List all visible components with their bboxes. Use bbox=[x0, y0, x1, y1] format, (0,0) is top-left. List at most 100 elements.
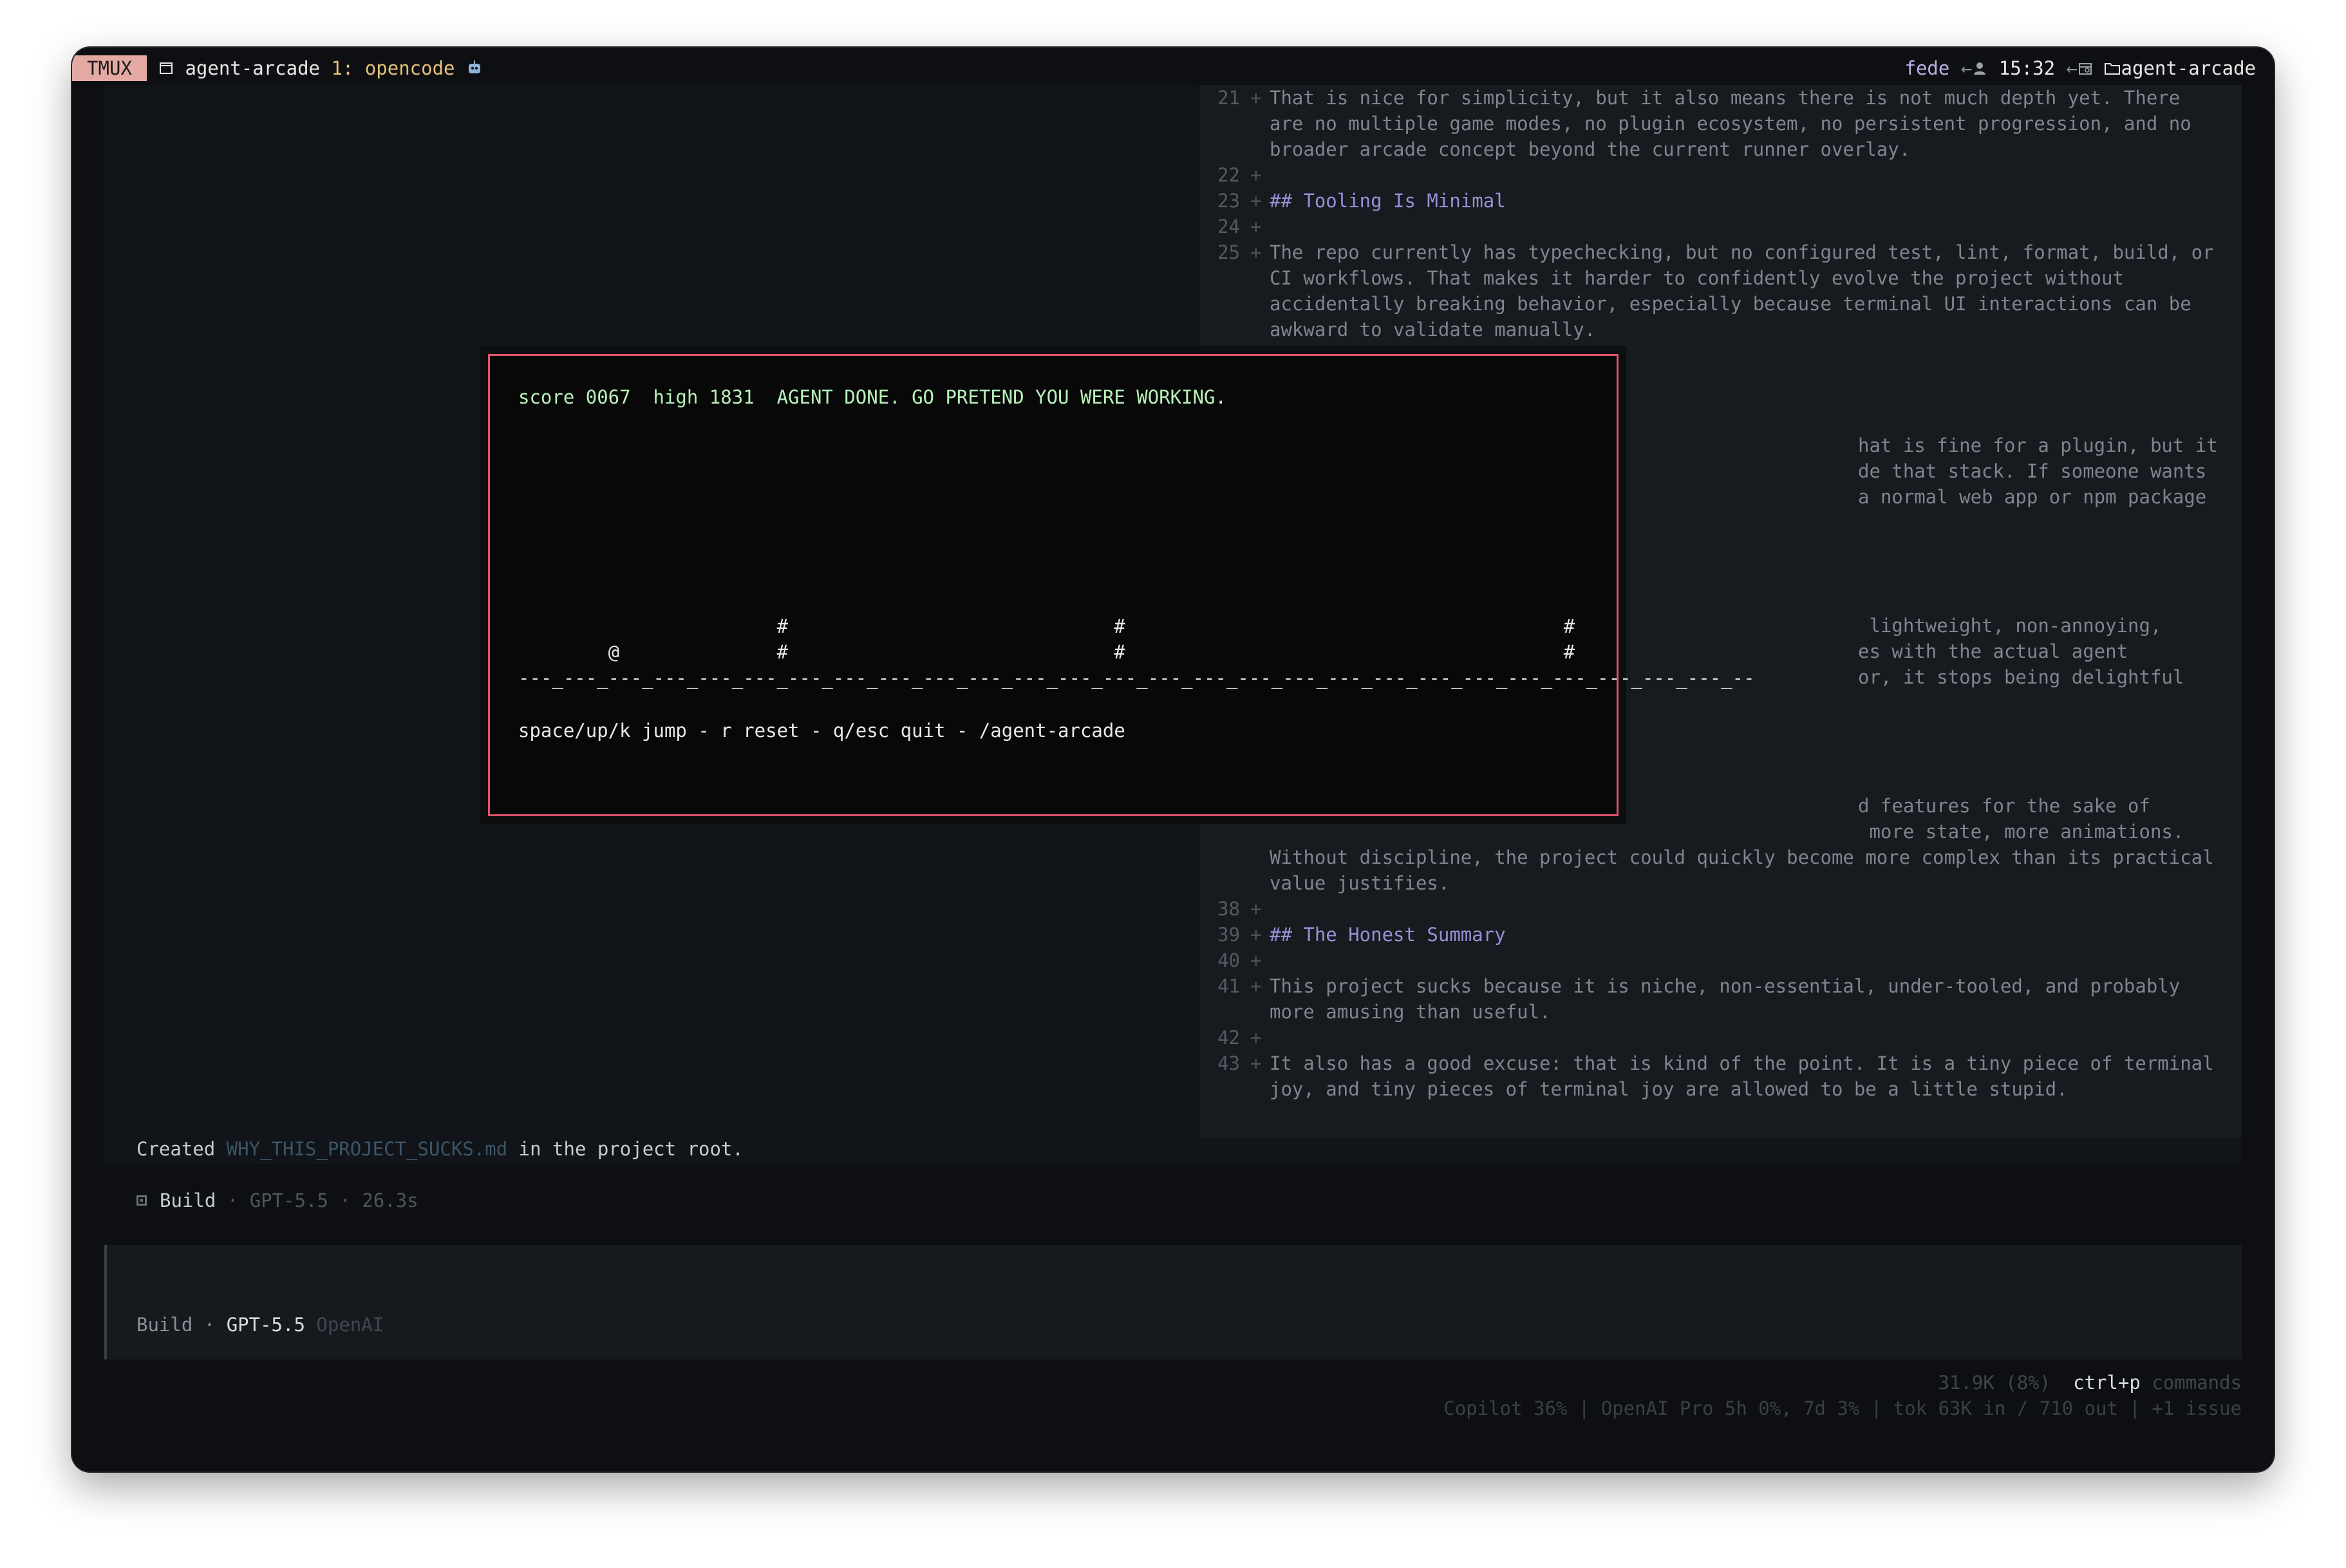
diff-heading: ## The Honest Summary bbox=[1270, 924, 1506, 946]
tmux-time: 15:32 bbox=[1998, 57, 2056, 79]
window-icon bbox=[158, 57, 174, 82]
diff-text: more amusing than useful. bbox=[1270, 1001, 1551, 1023]
line-number: 43 bbox=[1217, 1052, 1240, 1074]
build-duration: 26.3s bbox=[362, 1190, 418, 1211]
input-model: GPT-5.5 bbox=[226, 1314, 305, 1336]
arrow-left-icon: ← bbox=[1960, 57, 1973, 79]
arrow-left-icon: ← bbox=[2066, 57, 2078, 79]
diff-plus-marker: + bbox=[1250, 975, 1262, 997]
diff-text: are no multiple game modes, no plugin ec… bbox=[1270, 113, 2191, 135]
build-label: Build bbox=[160, 1190, 216, 1211]
prompt-input[interactable]: Build · GPT-5.5 OpenAI bbox=[104, 1245, 2242, 1359]
diff-line: accidentally breaking behavior, especial… bbox=[1200, 291, 2242, 317]
diff-plus-marker: + bbox=[1250, 1052, 1262, 1074]
diff-line: more amusing than useful. bbox=[1200, 999, 2242, 1025]
diff-plus-marker: + bbox=[1250, 924, 1262, 946]
line-number: 40 bbox=[1217, 949, 1240, 971]
diff-heading: ## Tooling Is Minimal bbox=[1270, 190, 1506, 212]
tmux-user: fede bbox=[1904, 57, 1950, 79]
diff-text: joy, and tiny pieces of terminal joy are… bbox=[1270, 1078, 2068, 1100]
line-number: 22 bbox=[1217, 164, 1240, 186]
game-player-row: @ # # # bbox=[518, 641, 1575, 663]
game-obstacles-row-top: # # # bbox=[518, 615, 1575, 637]
robot-icon bbox=[466, 57, 483, 82]
line-number: 39 bbox=[1217, 924, 1240, 946]
diff-plus-marker: + bbox=[1250, 949, 1262, 971]
diff-line: 43 + It also has a good excuse: that is ki… bbox=[1200, 1050, 2242, 1076]
tmux-badge: TMUX bbox=[72, 55, 147, 81]
folder-icon bbox=[2104, 57, 2121, 82]
game-score-status: score 0067 high 1831 AGENT DONE. GO PRET… bbox=[518, 386, 1226, 408]
diff-text: value justifies. bbox=[1270, 872, 1450, 894]
footer-status: Copilot 36% | OpenAI Pro 5h 0%, 7d 3% | … bbox=[1443, 1397, 2242, 1419]
tmux-folder: agent-arcade bbox=[2121, 57, 2256, 79]
line-number: 24 bbox=[1217, 216, 1240, 238]
build-model: GPT-5.5 bbox=[249, 1190, 328, 1211]
diff-line: 22 + bbox=[1200, 162, 2242, 188]
diff-text: Without discipline, the project could qu… bbox=[1270, 846, 2214, 868]
diff-text: accidentally breaking behavior, especial… bbox=[1270, 293, 2191, 315]
diff-plus-marker: + bbox=[1250, 190, 1262, 212]
diff-line: 41 + This project sucks because it is nich… bbox=[1200, 973, 2242, 999]
line-number: 25 bbox=[1217, 241, 1240, 263]
tmux-session-name: agent-arcade bbox=[185, 57, 320, 79]
diff-line: 38 + bbox=[1200, 896, 2242, 922]
game-help-text: space/up/k jump - r reset - q/esc quit -… bbox=[518, 720, 1125, 742]
line-number: 41 bbox=[1217, 975, 1240, 997]
separator: · bbox=[203, 1314, 216, 1336]
diff-line: value justifies. bbox=[1200, 870, 2242, 896]
diff-text-fragment: lightweight, non-annoying, bbox=[1858, 615, 2162, 637]
diff-text: awkward to validate manually. bbox=[1270, 319, 1596, 341]
tmux-status-bar: TMUX agent-arcade 1: opencode fede ← 15:… bbox=[72, 55, 2274, 81]
diff-line: 24 + bbox=[1200, 214, 2242, 239]
input-mode-info: Build · GPT-5.5 OpenAI bbox=[136, 1312, 384, 1338]
diff-line: joy, and tiny pieces of terminal joy are… bbox=[1200, 1076, 2242, 1102]
diff-text: broader arcade concept beyond the curren… bbox=[1270, 138, 1911, 160]
diff-plus-marker: + bbox=[1250, 164, 1262, 186]
token-usage: 31.9K (8%) bbox=[1938, 1372, 2051, 1394]
build-status-icon bbox=[136, 1195, 147, 1206]
line-number: 42 bbox=[1217, 1027, 1240, 1049]
calendar-icon bbox=[2078, 57, 2093, 82]
diff-line: awkward to validate manually. bbox=[1200, 317, 2242, 342]
diff-line: Without discipline, the project could qu… bbox=[1200, 845, 2242, 870]
terminal-window: TMUX agent-arcade 1: opencode fede ← 15:… bbox=[72, 48, 2274, 1471]
diff-line: 23 + ## Tooling Is Minimal bbox=[1200, 188, 2242, 214]
diff-text-fragment: de that stack. If someone wants bbox=[1858, 460, 2207, 482]
diff-line: 42 + bbox=[1200, 1025, 2242, 1050]
diff-text: That is nice for simplicity, but it also… bbox=[1270, 87, 2181, 109]
diff-line: 25 + The repo currently has typechecking, … bbox=[1200, 239, 2242, 265]
diff-line: 39 + ## The Honest Summary bbox=[1200, 922, 2242, 947]
diff-text-fragment: d features for the sake of bbox=[1858, 795, 2150, 817]
message-prefix: Created bbox=[136, 1138, 227, 1160]
line-number: 21 bbox=[1217, 87, 1240, 109]
game-ground: ---_---_---_---_---_---_---_---_---_---_… bbox=[518, 667, 1755, 689]
tmux-session-info[interactable]: agent-arcade 1: opencode bbox=[158, 55, 483, 82]
diff-line: CI workflows. That makes it harder to co… bbox=[1200, 265, 2242, 291]
message-suffix: in the project root. bbox=[507, 1138, 744, 1160]
diff-text: The repo currently has typechecking, but… bbox=[1270, 241, 2214, 263]
line-number: 38 bbox=[1217, 898, 1240, 920]
diff-text: CI workflows. That makes it harder to co… bbox=[1270, 267, 2124, 289]
diff-line: are no multiple game modes, no plugin ec… bbox=[1200, 111, 2242, 136]
line-number: 23 bbox=[1217, 190, 1240, 212]
diff-line: broader arcade concept beyond the curren… bbox=[1200, 136, 2242, 162]
command-shortcut[interactable]: ctrl+p bbox=[2073, 1372, 2141, 1394]
command-shortcut-label: commands bbox=[2152, 1372, 2242, 1394]
separator: · bbox=[339, 1190, 351, 1211]
diff-text: This project sucks because it is niche, … bbox=[1270, 975, 2181, 997]
diff-text-fragment: more state, more animations. bbox=[1858, 821, 2184, 843]
tmux-window-name: opencode bbox=[364, 57, 455, 79]
diff-text-fragment: hat is fine for a plugin, but it bbox=[1858, 434, 2218, 456]
diff-plus-marker: + bbox=[1250, 87, 1262, 109]
diff-text-fragment: or, it stops being delightful bbox=[1858, 666, 2184, 688]
diff-plus-marker: + bbox=[1250, 1027, 1262, 1049]
agent-arcade-game-overlay[interactable]: score 0067 high 1831 AGENT DONE. GO PRET… bbox=[488, 354, 1755, 816]
tmux-window-index: 1: bbox=[331, 57, 354, 79]
separator: · bbox=[227, 1190, 239, 1211]
created-file-link[interactable]: WHY_THIS_PROJECT_SUCKS.md bbox=[227, 1138, 508, 1160]
diff-plus-marker: + bbox=[1250, 898, 1262, 920]
footer-tokens: 31.9K (8%) ctrl+p commands bbox=[1938, 1370, 2242, 1395]
diff-plus-marker: + bbox=[1250, 241, 1262, 263]
diff-text-fragment: es with the actual agent bbox=[1858, 640, 2128, 662]
